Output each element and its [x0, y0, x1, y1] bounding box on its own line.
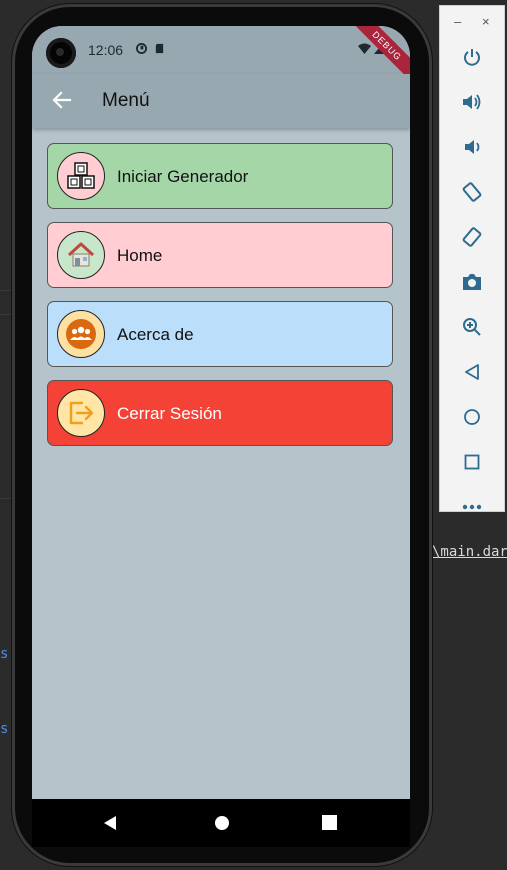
phone-screen: 12:06 DEBUG Menú Iniciar Generador Home … — [32, 26, 410, 799]
zoom-icon[interactable] — [457, 312, 487, 342]
power-icon[interactable] — [457, 42, 487, 72]
menu-item-acerca-de[interactable]: Acerca de — [47, 301, 393, 367]
emulator-side-panel: – × — [439, 5, 505, 512]
overview-icon[interactable] — [457, 447, 487, 477]
group-icon — [66, 319, 96, 349]
menu-item-home[interactable]: Home — [47, 222, 393, 288]
status-time: 12:06 — [88, 42, 124, 58]
wifi-icon — [358, 43, 371, 54]
rotate-right-icon[interactable] — [457, 222, 487, 252]
minimize-icon[interactable]: – — [454, 14, 461, 29]
ide-link-fragment[interactable]: s — [0, 646, 8, 662]
back-icon[interactable] — [457, 357, 487, 387]
volume-up-icon[interactable] — [457, 87, 487, 117]
volume-down-icon[interactable] — [457, 132, 487, 162]
close-icon[interactable]: × — [482, 14, 490, 29]
logout-icon — [69, 401, 94, 425]
menu-item-label: Iniciar Generador — [117, 167, 249, 186]
nav-overview-icon[interactable] — [322, 815, 337, 830]
menu-item-label: Home — [117, 246, 163, 265]
ide-link-fragment[interactable]: s — [0, 721, 8, 737]
ide-file-reference[interactable]: \main.dar — [432, 544, 507, 560]
menu-icon-circle — [57, 231, 105, 279]
menu-item-cerrar-sesion[interactable]: Cerrar Sesión — [47, 380, 393, 446]
menu-icon-circle — [57, 152, 105, 200]
rotate-left-icon[interactable] — [457, 177, 487, 207]
menu-item-label: Cerrar Sesión — [117, 404, 222, 423]
page-title: Menú — [102, 90, 150, 111]
sd-card-icon — [155, 43, 164, 54]
front-camera — [46, 38, 76, 68]
status-bar: 12:06 DEBUG — [32, 26, 410, 84]
menu-item-label: Acerca de — [117, 325, 194, 344]
menu-icon-circle — [57, 310, 105, 358]
toy-blocks-icon — [67, 162, 95, 189]
nav-back-icon[interactable] — [102, 815, 118, 831]
more-icon[interactable] — [462, 504, 482, 510]
home-icon[interactable] — [457, 402, 487, 432]
app-bar: Menú — [32, 74, 410, 128]
menu-item-iniciar-generador[interactable]: Iniciar Generador — [47, 143, 393, 209]
camera-icon[interactable] — [457, 267, 487, 297]
menu-icon-circle — [57, 389, 105, 437]
back-arrow-icon[interactable] — [50, 88, 74, 112]
house-icon — [67, 242, 95, 267]
nav-home-icon[interactable] — [214, 815, 230, 831]
android-nav-bar — [32, 799, 410, 847]
notification-icon — [136, 43, 147, 54]
